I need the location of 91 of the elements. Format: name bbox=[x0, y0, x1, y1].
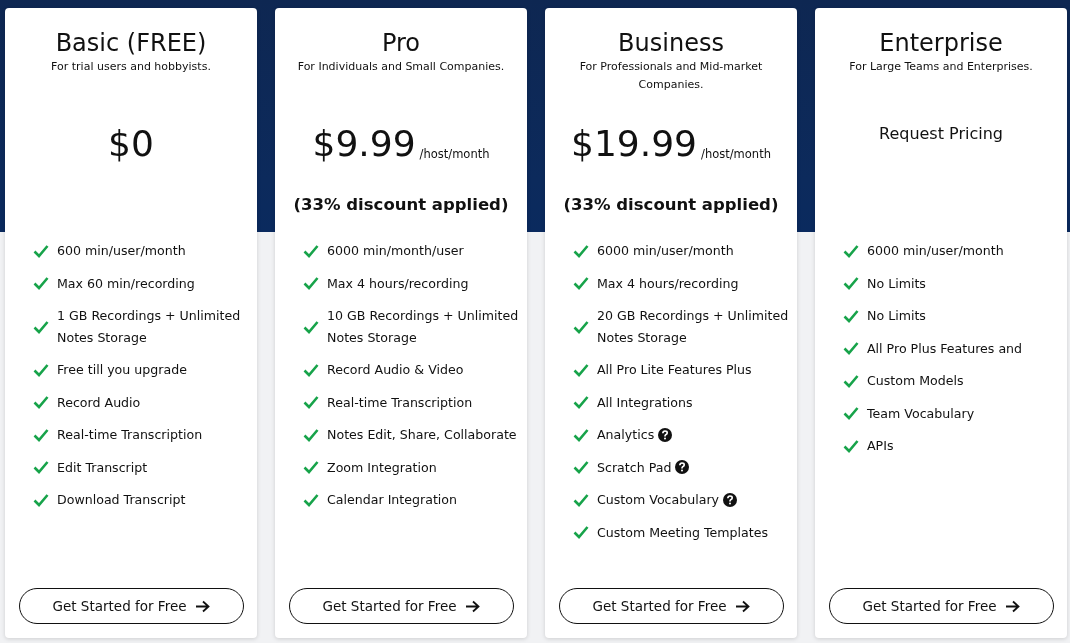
feature-text: 6000 min/month/user bbox=[327, 242, 465, 260]
check-icon bbox=[33, 276, 49, 291]
plan-subtitle: For Large Teams and Enterprises. bbox=[848, 59, 1034, 75]
price-unit: /host/month bbox=[419, 147, 490, 161]
feature-text: All Pro Lite Features Plus bbox=[597, 361, 753, 379]
check-icon bbox=[303, 243, 319, 258]
get-started-button[interactable]: Get Started for Free bbox=[558, 588, 784, 624]
feature-text: Record Audio & Video bbox=[327, 361, 465, 379]
feature-text: Real-time Transcription bbox=[327, 393, 474, 412]
get-started-button[interactable]: Get Started for Free bbox=[828, 588, 1054, 624]
price: $0 bbox=[108, 122, 154, 164]
check-icon bbox=[33, 427, 49, 442]
get-started-button[interactable]: Get Started for Free bbox=[18, 588, 244, 624]
check-icon bbox=[573, 427, 589, 442]
feature-text: No Limits bbox=[867, 307, 927, 325]
feature-text: Notes Edit, Share, Collaborate bbox=[327, 426, 518, 444]
arrow-icon bbox=[1004, 599, 1020, 613]
check-icon bbox=[33, 492, 49, 507]
check-icon bbox=[33, 460, 49, 475]
feature-text: Max 60 min/recording bbox=[57, 274, 196, 293]
plan-title: Enterprise bbox=[879, 28, 1003, 58]
discount-note: (33% discount applied) bbox=[563, 195, 779, 214]
check-icon bbox=[573, 460, 589, 475]
help-icon bbox=[723, 492, 738, 507]
price-text: Request Pricing bbox=[879, 123, 1003, 143]
check-icon bbox=[303, 362, 319, 377]
feature-text: Custom Vocabulary bbox=[597, 491, 720, 509]
feature-text: Max 4 hours/recording bbox=[597, 274, 740, 293]
feature-text: Scratch Pad bbox=[597, 458, 672, 477]
plan-title: Basic (FREE) bbox=[55, 28, 207, 58]
feature-text: Calendar Integration bbox=[327, 491, 459, 509]
check-icon bbox=[303, 492, 319, 507]
feature-text: Real-time Transcription bbox=[57, 426, 204, 444]
feature-text: 6000 min/user/month bbox=[597, 242, 735, 260]
plan-title: Pro bbox=[381, 28, 421, 58]
plan-subtitle: For trial users and hobbyists. bbox=[50, 59, 212, 75]
check-icon bbox=[573, 525, 589, 540]
discount-note: (33% discount applied) bbox=[293, 195, 509, 214]
feature-text: Custom Meeting Templates bbox=[597, 523, 770, 542]
feature-text: APIs bbox=[867, 437, 895, 455]
plan-subtitle: For Individuals and Small Companies. bbox=[296, 59, 506, 75]
check-icon bbox=[573, 362, 589, 377]
feature-text: Download Transcript bbox=[57, 491, 187, 509]
check-icon bbox=[843, 438, 859, 453]
feature-text: All Pro Plus Features and bbox=[867, 339, 1024, 358]
check-icon bbox=[303, 427, 319, 442]
get-started-button[interactable]: Get Started for Free bbox=[288, 588, 514, 624]
feature-text: 6000 min/user/month bbox=[867, 242, 1005, 260]
check-icon bbox=[843, 373, 859, 388]
check-icon bbox=[303, 319, 319, 334]
arrow-icon bbox=[464, 599, 480, 613]
check-icon bbox=[303, 460, 319, 475]
check-icon bbox=[843, 406, 859, 421]
price: $19.99 bbox=[571, 122, 698, 164]
check-icon bbox=[573, 276, 589, 291]
feature-text: Analytics bbox=[597, 426, 655, 444]
check-icon bbox=[303, 395, 319, 410]
check-icon bbox=[843, 243, 859, 258]
feature-text: Edit Transcript bbox=[57, 458, 149, 477]
arrow-icon bbox=[194, 599, 210, 613]
check-icon bbox=[843, 276, 859, 291]
check-icon bbox=[573, 319, 589, 334]
feature-text: Custom Models bbox=[867, 372, 965, 390]
check-icon bbox=[573, 492, 589, 507]
plan-title: Business bbox=[618, 28, 724, 58]
help-icon bbox=[675, 460, 690, 475]
feature-text: All Integrations bbox=[597, 393, 694, 412]
check-icon bbox=[843, 308, 859, 323]
feature-text: 1 GB Recordings + Unlimited Notes Storage bbox=[57, 307, 242, 347]
price: $9.99 bbox=[312, 122, 416, 164]
arrow-icon bbox=[734, 599, 750, 613]
check-icon bbox=[843, 341, 859, 356]
check-icon bbox=[303, 276, 319, 291]
check-icon bbox=[573, 243, 589, 258]
feature-text: 20 GB Recordings + Unlimited Notes Storage bbox=[597, 307, 790, 347]
check-icon bbox=[573, 395, 589, 410]
feature-text: Record Audio bbox=[57, 393, 142, 412]
check-icon bbox=[33, 243, 49, 258]
feature-text: No Limits bbox=[867, 274, 927, 293]
feature-text: Zoom Integration bbox=[327, 458, 438, 477]
check-icon bbox=[33, 362, 49, 377]
feature-text: 600 min/user/month bbox=[57, 242, 187, 260]
feature-text: Max 4 hours/recording bbox=[327, 274, 470, 293]
plan-subtitle: For Professionals and Mid-market Companies. bbox=[578, 59, 764, 93]
check-icon bbox=[33, 395, 49, 410]
feature-text: Team Vocabulary bbox=[867, 404, 976, 423]
price-unit: /host/month bbox=[701, 147, 771, 161]
feature-text: Free till you upgrade bbox=[57, 361, 188, 379]
check-icon bbox=[33, 319, 49, 334]
help-icon bbox=[658, 427, 673, 442]
feature-text: 10 GB Recordings + Unlimited Notes Storage bbox=[327, 307, 520, 347]
